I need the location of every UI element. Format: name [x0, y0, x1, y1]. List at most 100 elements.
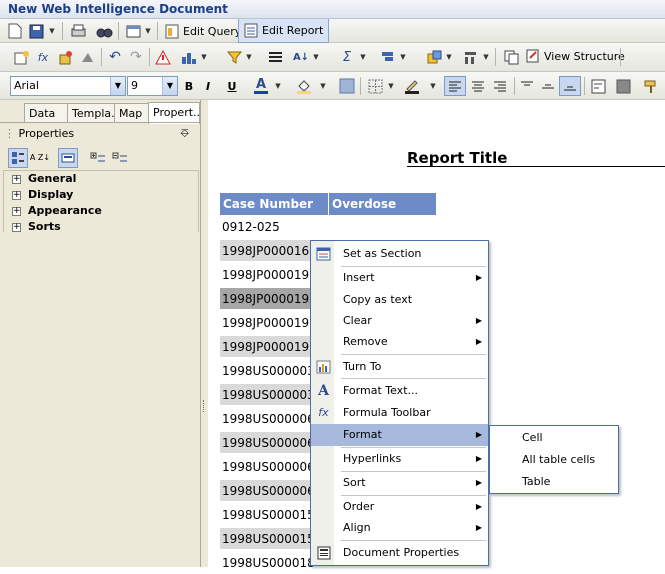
- chevron-down-icon[interactable]: ▼: [110, 77, 125, 95]
- filter-dropdown-icon[interactable]: ▼: [244, 48, 254, 66]
- sort-dropdown-icon[interactable]: ▼: [311, 48, 321, 66]
- menu-item-turn-to[interactable]: Turn To: [311, 356, 488, 378]
- borders-dropdown-icon[interactable]: ▼: [386, 77, 396, 95]
- expand-icon[interactable]: +: [12, 207, 21, 216]
- save-dropdown-icon[interactable]: ▼: [47, 22, 57, 40]
- table-cell-case-number[interactable]: 0912-025: [220, 216, 329, 238]
- menu-item-set-as-section[interactable]: Set as Section: [311, 243, 488, 265]
- align-middle-button[interactable]: [538, 77, 558, 95]
- font-name-select[interactable]: Arial ▼: [10, 76, 126, 96]
- chevron-down-icon[interactable]: ▼: [162, 77, 177, 95]
- font-color-button[interactable]: A: [252, 77, 270, 95]
- align-center-button[interactable]: [468, 77, 488, 95]
- wrap-text-icon[interactable]: [588, 77, 608, 95]
- filter-icon[interactable]: [225, 48, 243, 66]
- sort-icon[interactable]: A↓: [292, 48, 310, 66]
- panel-splitter[interactable]: [201, 100, 208, 567]
- sum-dropdown-icon[interactable]: ▼: [358, 48, 368, 66]
- insert-report-element-icon[interactable]: [425, 48, 443, 66]
- alerter-icon[interactable]: [154, 48, 172, 66]
- break-icon[interactable]: [266, 48, 284, 66]
- border-color-icon[interactable]: [403, 77, 421, 95]
- toolbar-separator: [495, 48, 496, 66]
- edit-report-button[interactable]: Edit Report: [238, 19, 330, 43]
- column-header-overdose[interactable]: Overdose: [329, 193, 436, 215]
- submenu-item-all-table-cells[interactable]: All table cells: [490, 449, 618, 471]
- pin-icon[interactable]: ⎑: [180, 127, 189, 141]
- sum-icon[interactable]: Σ: [338, 48, 356, 66]
- bold-button[interactable]: B: [181, 77, 197, 95]
- menu-item-formula-toolbar[interactable]: fx Formula Toolbar: [311, 402, 488, 424]
- insert-calc-icon[interactable]: [378, 48, 396, 66]
- formula-icon[interactable]: fx: [34, 48, 52, 66]
- background-image-icon[interactable]: [338, 77, 356, 95]
- track-changes-dropdown-icon[interactable]: ▼: [481, 48, 491, 66]
- column-header-case-number[interactable]: Case Number: [220, 193, 328, 215]
- collapse-all-icon[interactable]: [110, 148, 130, 168]
- menu-item-align[interactable]: Align ▶: [311, 517, 488, 539]
- align-bottom-button[interactable]: [559, 76, 581, 96]
- tab-templates[interactable]: Templa...: [67, 103, 115, 123]
- fill-color-icon[interactable]: [295, 77, 313, 95]
- italic-button[interactable]: I: [200, 77, 216, 95]
- expand-icon[interactable]: +: [12, 191, 21, 200]
- property-category-appearance[interactable]: + Appearance: [4, 203, 198, 219]
- property-category-display[interactable]: + Display: [4, 187, 198, 203]
- categorized-view-icon[interactable]: [8, 148, 28, 168]
- expand-all-icon[interactable]: [88, 148, 108, 168]
- view-structure-button[interactable]: View Structure: [521, 46, 630, 66]
- menu-item-clear[interactable]: Clear ▶: [311, 310, 488, 332]
- view-mode-dropdown-icon[interactable]: ▼: [143, 22, 153, 40]
- font-color-dropdown-icon[interactable]: ▼: [273, 77, 283, 95]
- tab-data[interactable]: Data: [24, 103, 68, 123]
- menu-item-sort[interactable]: Sort ▶: [311, 472, 488, 494]
- menu-item-order[interactable]: Order ▶: [311, 496, 488, 518]
- align-right-button[interactable]: [490, 77, 510, 95]
- border-color-dropdown-icon[interactable]: ▼: [428, 77, 438, 95]
- menu-item-copy-as-text[interactable]: Copy as text: [311, 289, 488, 311]
- undo-icon[interactable]: ↶: [106, 48, 124, 66]
- redo-icon[interactable]: ↷: [127, 48, 145, 66]
- ranking-icon[interactable]: [180, 48, 198, 66]
- print-icon[interactable]: [68, 22, 88, 40]
- alphabetical-view-icon[interactable]: A Z ↓: [30, 148, 50, 168]
- menu-item-hyperlinks[interactable]: Hyperlinks ▶: [311, 448, 488, 470]
- insert-calc-dropdown-icon[interactable]: ▼: [398, 48, 408, 66]
- merge-cells-icon[interactable]: [613, 77, 633, 95]
- underline-button[interactable]: U: [224, 77, 240, 95]
- menu-item-remove[interactable]: Remove ▶: [311, 331, 488, 353]
- property-category-sorts[interactable]: + Sorts: [4, 219, 198, 235]
- find-icon[interactable]: [94, 22, 114, 40]
- copy-structure-icon[interactable]: [502, 48, 520, 66]
- tab-properties[interactable]: Propert...: [148, 102, 200, 124]
- tab-map[interactable]: Map: [114, 103, 149, 123]
- menu-item-format[interactable]: Format ▶: [311, 424, 488, 446]
- view-mode-icon[interactable]: [124, 22, 142, 40]
- fill-color-dropdown-icon[interactable]: ▼: [318, 77, 328, 95]
- submenu-item-table[interactable]: Table: [490, 471, 618, 493]
- new-document-icon[interactable]: [6, 22, 24, 40]
- align-left-button[interactable]: [444, 76, 466, 96]
- format-painter-icon[interactable]: [640, 77, 660, 95]
- expand-icon[interactable]: +: [12, 223, 21, 232]
- new-report-icon[interactable]: [12, 48, 30, 66]
- menu-item-format-text[interactable]: A Format Text...: [311, 380, 488, 402]
- report-title[interactable]: Report Title: [407, 149, 507, 167]
- table-cell-overdose[interactable]: [329, 216, 436, 238]
- save-icon[interactable]: [27, 22, 45, 40]
- font-size-select[interactable]: 9 ▼: [127, 76, 178, 96]
- property-pages-icon[interactable]: [58, 148, 78, 168]
- align-top-button[interactable]: [517, 77, 537, 95]
- ranking-dropdown-icon[interactable]: ▼: [199, 48, 209, 66]
- borders-icon[interactable]: [366, 77, 384, 95]
- menu-item-document-properties[interactable]: Document Properties: [311, 542, 488, 564]
- track-changes-icon[interactable]: [461, 48, 479, 66]
- edit-query-button[interactable]: Edit Query: [160, 19, 246, 43]
- variable-icon[interactable]: [56, 48, 74, 66]
- submenu-item-cell[interactable]: Cell: [490, 427, 618, 449]
- expand-icon[interactable]: +: [12, 175, 21, 184]
- drill-icon[interactable]: [78, 48, 96, 66]
- insert-report-element-dropdown-icon[interactable]: ▼: [444, 48, 454, 66]
- property-category-general[interactable]: + General: [4, 171, 198, 187]
- menu-item-insert[interactable]: Insert ▶: [311, 267, 488, 289]
